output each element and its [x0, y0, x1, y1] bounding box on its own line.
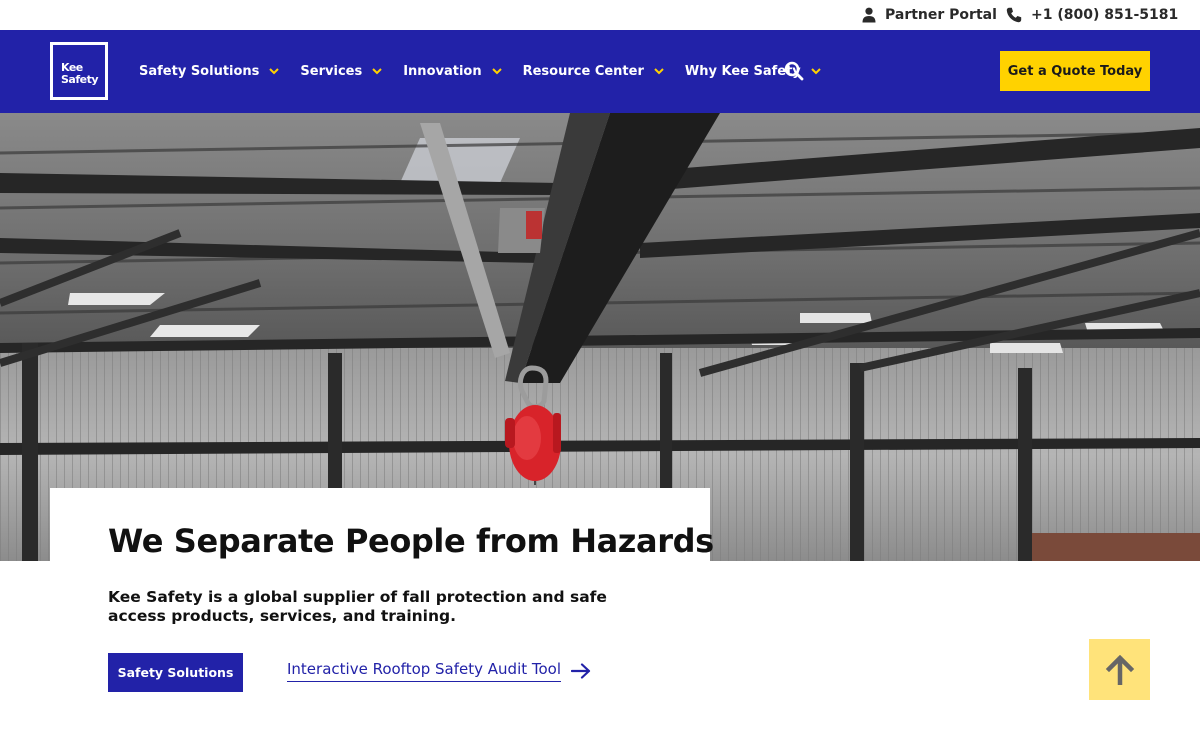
chevron-down-icon: [372, 68, 382, 75]
nav-item-resource-center[interactable]: Resource Center: [523, 64, 664, 79]
search-button[interactable]: [784, 61, 804, 81]
user-icon: [862, 7, 876, 23]
logo-text: Kee Safety: [61, 61, 99, 86]
utility-bar: Partner Portal +1 (800) 851-5181: [0, 0, 1200, 30]
safety-solutions-button[interactable]: Safety Solutions: [108, 653, 243, 692]
nav-item-innovation[interactable]: Innovation: [403, 64, 502, 79]
get-quote-button[interactable]: Get a Quote Today: [1000, 51, 1150, 91]
rooftop-audit-tool-link[interactable]: Interactive Rooftop Safety Audit Tool: [287, 660, 591, 682]
chevron-down-icon: [654, 68, 664, 75]
chevron-down-icon: [491, 68, 502, 75]
partner-portal-link[interactable]: Partner Portal: [862, 0, 997, 30]
partner-portal-label: Partner Portal: [885, 7, 997, 23]
search-icon: [784, 61, 804, 81]
back-to-top-button[interactable]: [1089, 639, 1150, 700]
phone-link[interactable]: +1 (800) 851-5181: [1006, 0, 1178, 30]
hero-subtext: Kee Safety is a global supplier of fall …: [108, 588, 607, 625]
chevron-down-icon: [811, 68, 821, 75]
chevron-down-icon: [269, 68, 280, 75]
kee-safety-logo[interactable]: Kee Safety: [50, 42, 108, 100]
arrow-up-icon: [1105, 654, 1134, 685]
nav-menu: Safety Solutions Services Innovation Res…: [139, 30, 842, 113]
main-navigation: Kee Safety Safety Solutions Services Inn…: [0, 30, 1200, 113]
hero-headline: We Separate People from Hazards: [108, 522, 714, 560]
phone-number: +1 (800) 851-5181: [1031, 7, 1179, 23]
nav-item-safety-solutions[interactable]: Safety Solutions: [139, 64, 280, 79]
nav-item-services[interactable]: Services: [300, 64, 382, 79]
rooftop-audit-tool-label: Interactive Rooftop Safety Audit Tool: [287, 660, 562, 682]
arrow-right-icon: [571, 663, 591, 679]
hero-content-card: We Separate People from Hazards Kee Safe…: [50, 488, 714, 718]
phone-icon: [1006, 7, 1022, 23]
